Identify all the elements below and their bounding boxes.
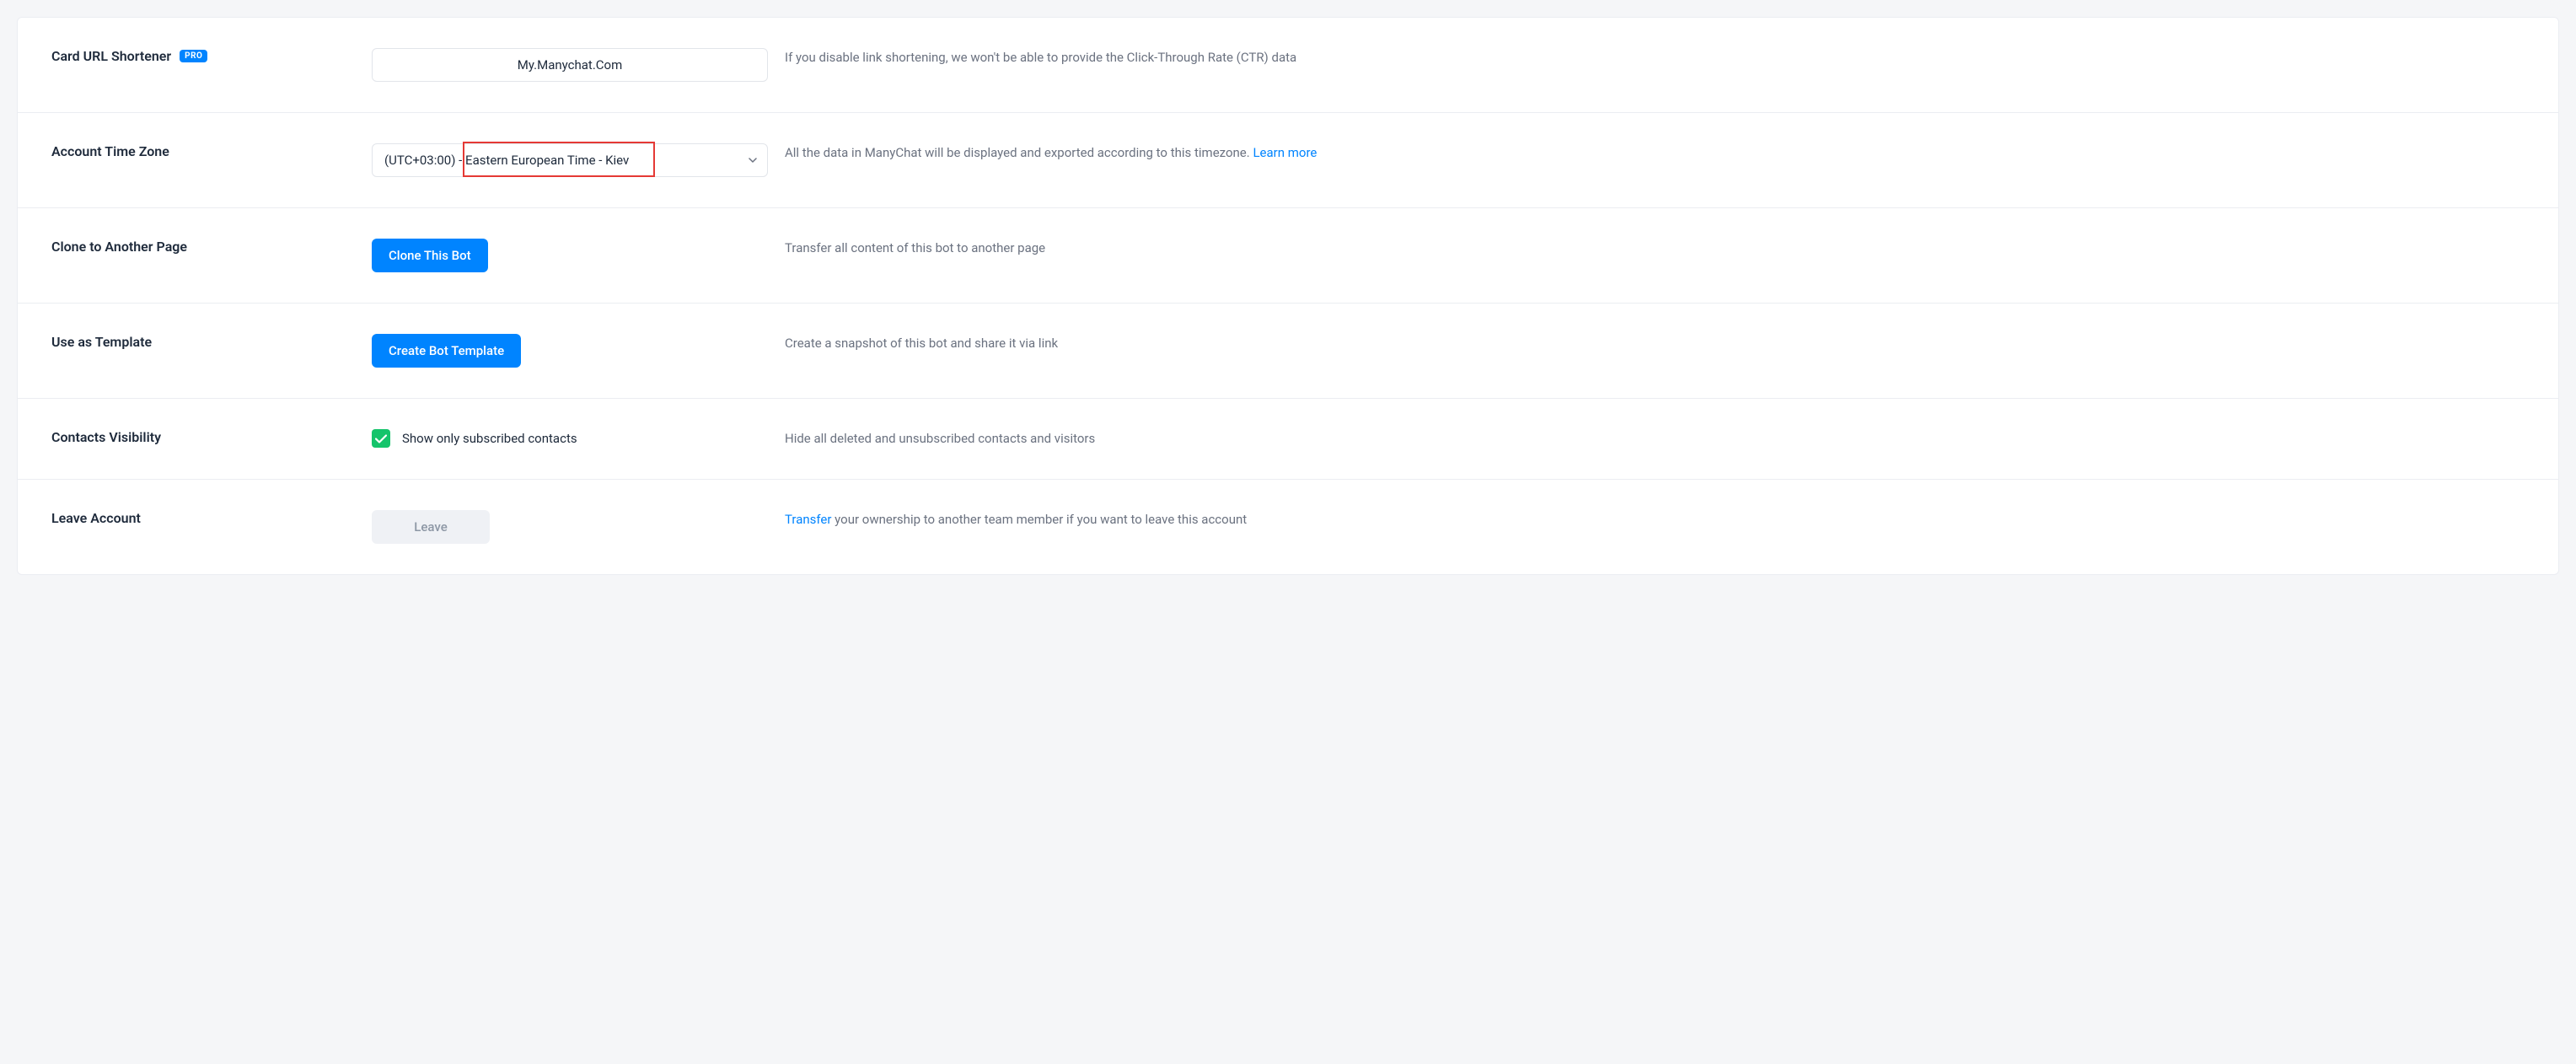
label-timezone: Account Time Zone <box>51 143 372 159</box>
label-contacts: Contacts Visibility <box>51 429 372 445</box>
control-contacts: Show only subscribed contacts <box>372 429 785 448</box>
label-leave: Leave Account <box>51 510 372 526</box>
label-url-shortener: Card URL Shortener PRO <box>51 48 372 64</box>
desc-text: your ownership to another team member if… <box>831 512 1247 527</box>
control-url-shortener <box>372 48 785 82</box>
label-clone: Clone to Another Page <box>51 239 372 255</box>
pro-badge: PRO <box>180 50 207 62</box>
row-url-shortener: Card URL Shortener PRO If you disable li… <box>18 18 2558 113</box>
row-template: Use as Template Create Bot Template Crea… <box>18 304 2558 399</box>
checkbox-row: Show only subscribed contacts <box>372 429 768 448</box>
label-text: Account Time Zone <box>51 143 169 159</box>
control-template: Create Bot Template <box>372 334 785 368</box>
desc-clone: Transfer all content of this bot to anot… <box>785 239 2525 258</box>
desc-contacts: Hide all deleted and unsubscribed contac… <box>785 429 2525 449</box>
timezone-value: (UTC+03:00) - Eastern European Time - Ki… <box>384 153 629 168</box>
timezone-learn-more-link[interactable]: Learn more <box>1253 145 1317 160</box>
desc-leave: Transfer your ownership to another team … <box>785 510 2525 529</box>
control-leave: Leave <box>372 510 785 544</box>
label-text: Use as Template <box>51 334 152 350</box>
label-text: Contacts Visibility <box>51 429 161 445</box>
desc-url-shortener: If you disable link shortening, we won't… <box>785 48 2525 67</box>
row-contacts: Contacts Visibility Show only subscribed… <box>18 399 2558 480</box>
desc-template: Create a snapshot of this bot and share … <box>785 334 2525 353</box>
transfer-link[interactable]: Transfer <box>785 512 831 527</box>
label-template: Use as Template <box>51 334 372 350</box>
desc-text: All the data in ManyChat will be display… <box>785 145 1253 160</box>
timezone-select[interactable]: (UTC+03:00) - Eastern European Time - Ki… <box>372 143 768 177</box>
create-template-button[interactable]: Create Bot Template <box>372 334 521 368</box>
leave-button[interactable]: Leave <box>372 510 490 544</box>
contacts-checkbox-label: Show only subscribed contacts <box>402 431 577 446</box>
settings-card: Card URL Shortener PRO If you disable li… <box>17 17 2559 575</box>
label-text: Clone to Another Page <box>51 239 187 255</box>
control-clone: Clone This Bot <box>372 239 785 272</box>
row-timezone: Account Time Zone (UTC+03:00) - Eastern … <box>18 113 2558 208</box>
control-timezone: (UTC+03:00) - Eastern European Time - Ki… <box>372 143 785 177</box>
chevron-down-icon <box>749 156 757 164</box>
label-text: Card URL Shortener <box>51 48 171 64</box>
url-shortener-input[interactable] <box>372 48 768 82</box>
row-clone: Clone to Another Page Clone This Bot Tra… <box>18 208 2558 304</box>
label-text: Leave Account <box>51 510 141 526</box>
desc-timezone: All the data in ManyChat will be display… <box>785 143 2525 163</box>
clone-bot-button[interactable]: Clone This Bot <box>372 239 488 272</box>
contacts-checkbox[interactable] <box>372 429 390 448</box>
check-icon <box>375 434 387 443</box>
row-leave: Leave Account Leave Transfer your owners… <box>18 480 2558 574</box>
